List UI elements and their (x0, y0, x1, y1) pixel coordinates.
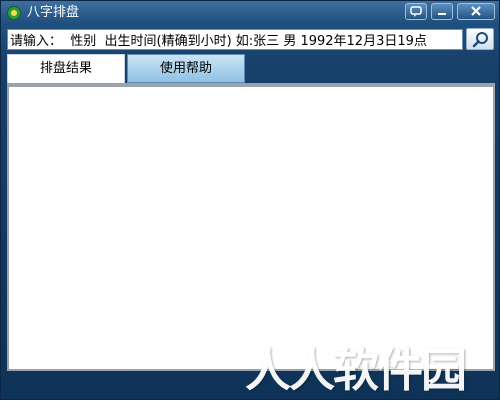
window-title: 八字排盘 (27, 5, 80, 20)
birth-info-input-box[interactable] (7, 29, 463, 50)
minimize-icon (438, 13, 446, 15)
tab-help[interactable]: 使用帮助 (127, 54, 245, 83)
app-window: 八字排盘 排盘结果 使用帮助 人人软件园 (0, 0, 500, 400)
app-logo-icon (7, 5, 21, 20)
title-bar[interactable]: 八字排盘 (1, 1, 499, 25)
chat-button[interactable] (405, 3, 427, 20)
result-panel (7, 83, 495, 371)
close-icon (471, 6, 481, 16)
chat-bubble-icon (410, 6, 422, 17)
close-button[interactable] (457, 3, 495, 20)
minimize-button[interactable] (431, 3, 453, 20)
watermark-text: 人人软件园 (245, 343, 467, 397)
search-icon (472, 32, 488, 48)
tab-result[interactable]: 排盘结果 (7, 54, 125, 83)
search-button[interactable] (466, 28, 494, 50)
birth-info-input[interactable] (8, 30, 460, 49)
